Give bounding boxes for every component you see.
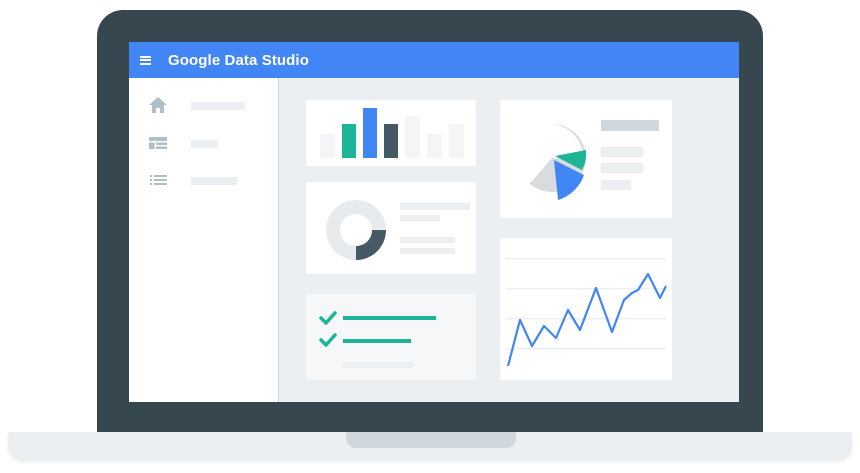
sidebar-item-list[interactable]	[147, 170, 267, 188]
line-chart	[506, 258, 667, 367]
grid-line	[506, 318, 666, 320]
bar-chart-card[interactable]	[306, 100, 476, 166]
chart-bar	[363, 108, 377, 158]
grid-line	[506, 288, 666, 290]
grid-line	[506, 258, 666, 260]
app-header: Google Data Studio	[129, 42, 739, 78]
legend-bar	[601, 147, 643, 157]
chart-bar	[384, 124, 398, 158]
legend-bar	[400, 203, 470, 210]
table-icon	[149, 137, 167, 149]
list-icon	[150, 175, 167, 185]
donut-chart-card[interactable]	[306, 182, 476, 274]
legend-bar	[601, 120, 659, 131]
sidebar-item-table[interactable]	[147, 133, 267, 151]
checklist-line	[343, 316, 436, 320]
menu-icon[interactable]	[140, 55, 151, 65]
legend-bar	[400, 248, 455, 254]
legend-bar	[601, 163, 643, 173]
grid-line	[506, 348, 666, 350]
checklist-card[interactable]	[306, 294, 476, 380]
home-icon	[149, 97, 167, 113]
legend-bar	[400, 215, 440, 221]
legend-bar	[400, 237, 455, 243]
app-title: Google Data Studio	[168, 51, 309, 69]
legend-bar	[601, 180, 631, 190]
chart-bar	[405, 116, 420, 158]
checklist-placeholder	[343, 362, 414, 368]
sidebar-item-home[interactable]	[147, 96, 267, 114]
sidebar-item-label	[191, 177, 237, 185]
check-icon	[319, 311, 337, 325]
check-icon	[319, 333, 337, 347]
laptop-notch	[346, 432, 516, 448]
chart-bar	[342, 124, 356, 158]
series-line	[506, 272, 667, 367]
chart-bar	[427, 134, 442, 158]
chart-bar	[320, 134, 335, 158]
sidebar-item-label	[191, 102, 245, 110]
donut-hole	[340, 214, 372, 246]
sidebar	[129, 78, 279, 402]
sidebar-item-label	[191, 140, 218, 148]
chart-bar	[449, 124, 464, 158]
checklist	[319, 311, 436, 368]
pie-chart	[529, 120, 659, 200]
checklist-line	[343, 339, 411, 343]
donut-chart	[326, 200, 470, 260]
pie-chart-card[interactable]	[500, 100, 672, 218]
laptop-screen: Google Data Studio	[129, 42, 739, 402]
laptop-base	[8, 432, 852, 460]
line-chart-card[interactable]	[500, 238, 672, 380]
